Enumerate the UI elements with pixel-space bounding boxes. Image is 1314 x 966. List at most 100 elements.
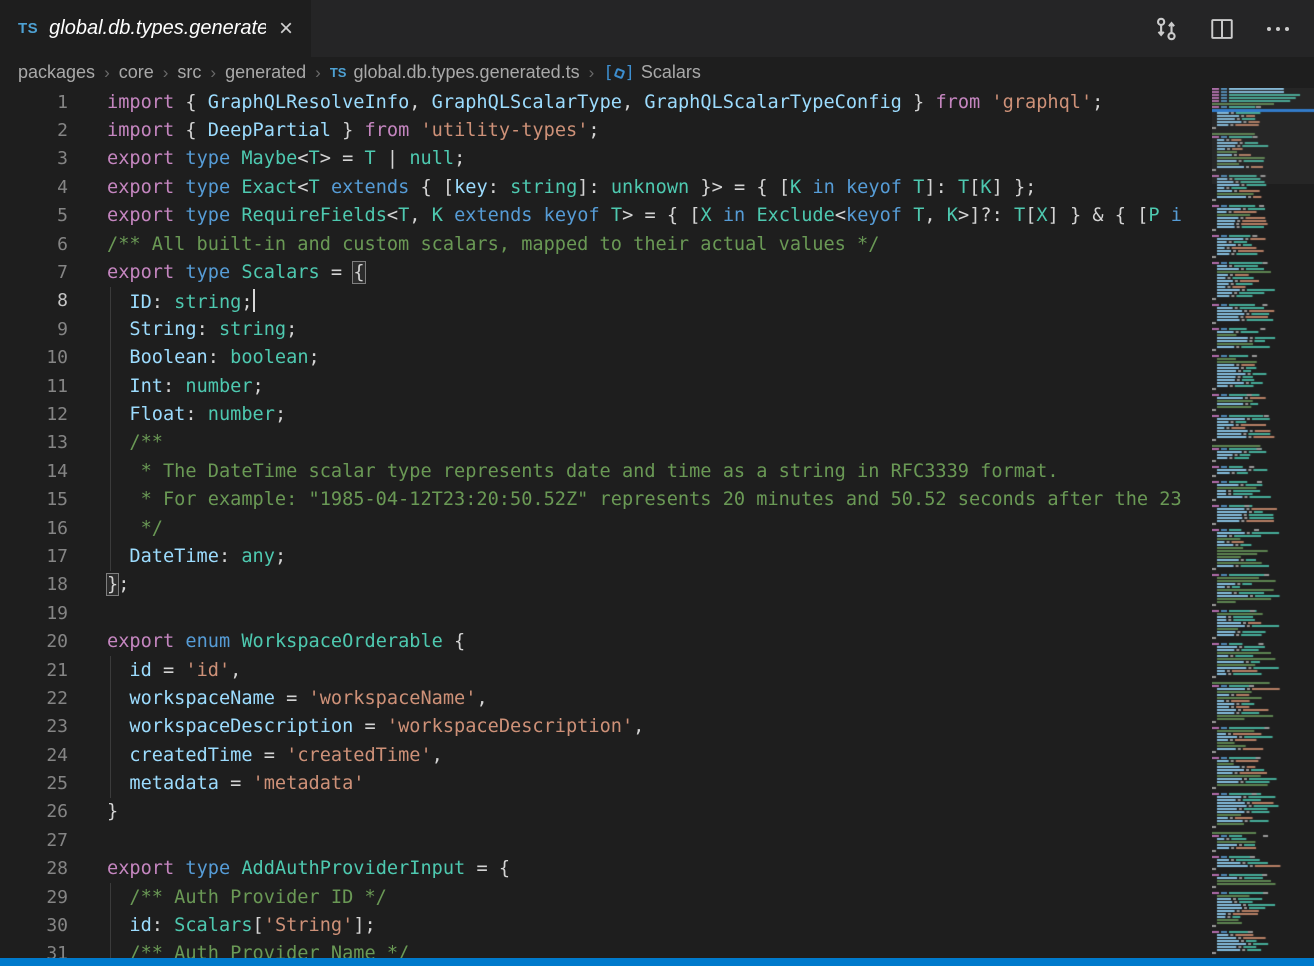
line-number[interactable]: 19	[0, 603, 68, 624]
close-icon[interactable]: ×	[277, 19, 295, 39]
code-line[interactable]: 11 Int: number;	[0, 372, 1314, 400]
code-line[interactable]: 2import { DeepPartial } from 'utility-ty…	[0, 116, 1314, 144]
code-text: ID: string;	[68, 289, 255, 313]
code-line[interactable]: 17 DateTime: any;	[0, 542, 1314, 570]
more-actions-icon[interactable]	[1264, 15, 1292, 43]
code-line[interactable]: 12 Float: number;	[0, 400, 1314, 428]
code-line[interactable]: 4export type Exact<T extends { [key: str…	[0, 173, 1314, 201]
line-number[interactable]: 29	[0, 887, 68, 908]
line-number[interactable]: 26	[0, 801, 68, 822]
code-line[interactable]: 18};	[0, 571, 1314, 599]
code-line[interactable]: 16 */	[0, 514, 1314, 542]
code-line[interactable]: 10 Boolean: boolean;	[0, 344, 1314, 372]
code-text: metadata = 'metadata'	[68, 773, 365, 794]
line-number[interactable]: 14	[0, 461, 68, 482]
code-text: export type AddAuthProviderInput = {	[68, 858, 510, 879]
line-number[interactable]: 23	[0, 716, 68, 737]
code-line[interactable]: 27	[0, 826, 1314, 854]
line-number[interactable]: 28	[0, 858, 68, 879]
code-line[interactable]: 22 workspaceName = 'workspaceName',	[0, 684, 1314, 712]
line-number[interactable]: 15	[0, 489, 68, 510]
code-line[interactable]: 7export type Scalars = {	[0, 258, 1314, 286]
code-text: import { DeepPartial } from 'utility-typ…	[68, 120, 600, 141]
breadcrumb-item-generated[interactable]: generated	[225, 62, 306, 83]
line-number[interactable]: 20	[0, 631, 68, 652]
compare-changes-icon[interactable]	[1152, 15, 1180, 43]
breadcrumb-item-src[interactable]: src	[177, 62, 201, 83]
line-number[interactable]: 22	[0, 688, 68, 709]
code-line[interactable]: 28export type AddAuthProviderInput = {	[0, 855, 1314, 883]
line-number[interactable]: 12	[0, 404, 68, 425]
code-text: id: Scalars['String'];	[68, 915, 376, 936]
line-number[interactable]: 5	[0, 205, 68, 226]
code-line[interactable]: 20export enum WorkspaceOrderable {	[0, 627, 1314, 655]
line-number[interactable]: 21	[0, 660, 68, 681]
code-line[interactable]: 26}	[0, 798, 1314, 826]
code-editor[interactable]: 1import { GraphQLResolveInfo, GraphQLSca…	[0, 88, 1314, 958]
status-bar[interactable]	[0, 958, 1314, 966]
code-line[interactable]: 24 createdTime = 'createdTime',	[0, 741, 1314, 769]
line-number[interactable]: 4	[0, 177, 68, 198]
code-text: /** Auth Provider Name */	[68, 943, 409, 958]
line-number[interactable]: 30	[0, 915, 68, 936]
minimap[interactable]	[1212, 88, 1314, 958]
minimap-slider[interactable]	[1212, 88, 1314, 184]
breadcrumb-item-core[interactable]: core	[119, 62, 154, 83]
typescript-file-icon: TS	[18, 20, 38, 37]
code-line[interactable]: 13 /**	[0, 429, 1314, 457]
code-line[interactable]: 8 ID: string;	[0, 287, 1314, 315]
breadcrumb-item-packages[interactable]: packages	[18, 62, 95, 83]
split-editor-icon[interactable]	[1208, 15, 1236, 43]
code-line[interactable]: 21 id = 'id',	[0, 656, 1314, 684]
code-text: Float: number;	[68, 404, 286, 425]
line-number[interactable]: 9	[0, 319, 68, 340]
line-number[interactable]: 2	[0, 120, 68, 141]
line-number[interactable]: 11	[0, 376, 68, 397]
chevron-right-icon: ›	[210, 63, 216, 83]
tab-title: global.db.types.generated.ts	[49, 17, 266, 40]
code-text: Boolean: boolean;	[68, 347, 320, 368]
line-number[interactable]: 27	[0, 830, 68, 851]
line-number[interactable]: 3	[0, 148, 68, 169]
code-line[interactable]: 31 /** Auth Provider Name */	[0, 940, 1314, 958]
line-number[interactable]: 17	[0, 546, 68, 567]
code-text: }	[68, 801, 118, 822]
chevron-right-icon: ›	[104, 63, 110, 83]
code-line[interactable]: 9 String: string;	[0, 315, 1314, 343]
breadcrumb: packages›core›src›generated›TSglobal.db.…	[0, 57, 1314, 88]
line-number[interactable]: 8	[0, 290, 68, 311]
code-line[interactable]: 25 metadata = 'metadata'	[0, 769, 1314, 797]
line-number[interactable]: 31	[0, 943, 68, 958]
code-line[interactable]: 29 /** Auth Provider ID */	[0, 883, 1314, 911]
line-number[interactable]: 10	[0, 347, 68, 368]
line-number[interactable]: 6	[0, 234, 68, 255]
code-text: export type Exact<T extends { [key: stri…	[68, 177, 1036, 198]
tab-bar: TS global.db.types.generated.ts ×	[0, 0, 1314, 57]
code-text: createdTime = 'createdTime',	[68, 745, 443, 766]
symbol-object-icon: []	[603, 63, 634, 83]
line-number[interactable]: 25	[0, 773, 68, 794]
code-line[interactable]: 15 * For example: "1985-04-12T23:20:50.5…	[0, 485, 1314, 513]
breadcrumb-item-symbol[interactable]: Scalars	[641, 62, 701, 83]
code-line[interactable]: 23 workspaceDescription = 'workspaceDesc…	[0, 713, 1314, 741]
code-line[interactable]: 1import { GraphQLResolveInfo, GraphQLSca…	[0, 88, 1314, 116]
code-line[interactable]: 6/** All built-in and custom scalars, ma…	[0, 230, 1314, 258]
line-number[interactable]: 13	[0, 432, 68, 453]
line-number[interactable]: 7	[0, 262, 68, 283]
line-number[interactable]: 1	[0, 92, 68, 113]
code-line[interactable]: 30 id: Scalars['String'];	[0, 911, 1314, 939]
tab-global-db-types[interactable]: TS global.db.types.generated.ts ×	[0, 0, 312, 57]
typescript-file-icon: TS	[330, 65, 347, 80]
line-number[interactable]: 18	[0, 574, 68, 595]
code-line[interactable]: 3export type Maybe<T> = T | null;	[0, 145, 1314, 173]
code-text: export type Maybe<T> = T | null;	[68, 148, 465, 169]
code-text: import { GraphQLResolveInfo, GraphQLScal…	[68, 92, 1103, 113]
code-line[interactable]: 14 * The DateTime scalar type represents…	[0, 457, 1314, 485]
text-cursor	[253, 289, 255, 312]
code-line[interactable]: 19	[0, 599, 1314, 627]
line-number[interactable]: 24	[0, 745, 68, 766]
breadcrumb-item-file[interactable]: global.db.types.generated.ts	[353, 62, 579, 83]
code-text: };	[68, 574, 129, 595]
code-line[interactable]: 5export type RequireFields<T, K extends …	[0, 202, 1314, 230]
line-number[interactable]: 16	[0, 518, 68, 539]
